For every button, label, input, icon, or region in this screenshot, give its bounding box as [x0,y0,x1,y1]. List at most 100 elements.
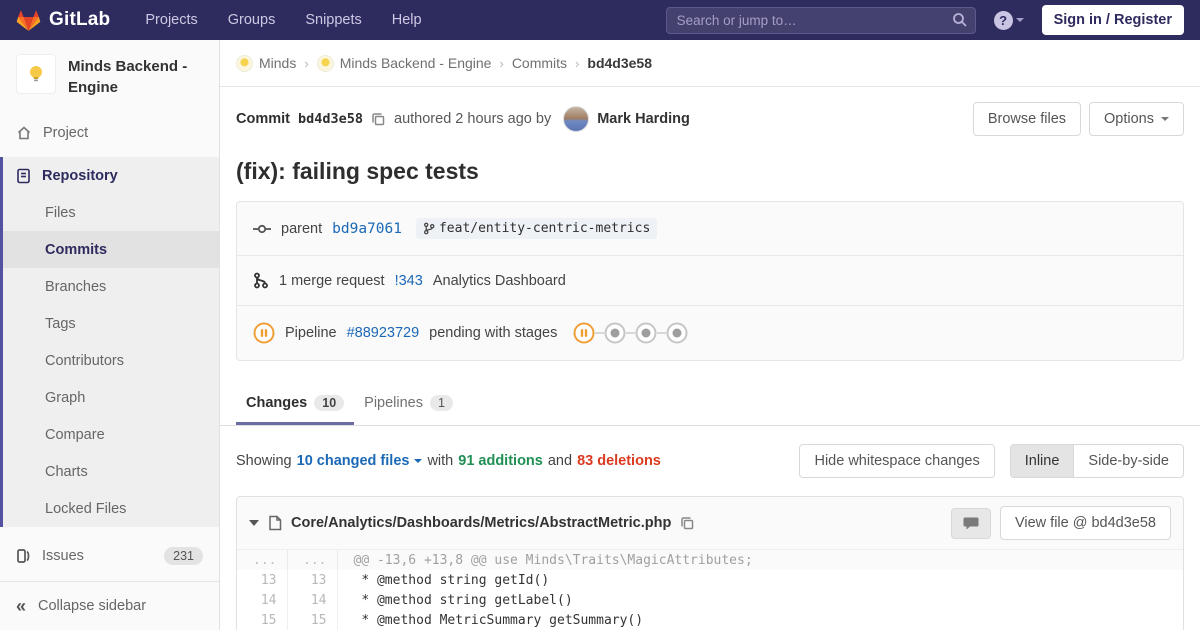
comment-icon [963,516,979,531]
diff-line-row: 15 15 * @method MetricSummary getSummary… [237,610,1183,630]
view-file-button[interactable]: View file @ bd4d3e58 [999,506,1171,540]
sidebar-item-compare[interactable]: Compare [3,416,219,453]
and-text: and [547,453,573,469]
breadcrumb: Minds › Minds Backend - Engine › Commits… [220,40,1200,87]
repository-section: Repository Files Commits Branches Tags C… [0,157,219,527]
caret-down-icon [414,459,423,463]
new-line-number[interactable]: 15 [287,610,338,630]
project-context[interactable]: Minds Backend - Engine [0,40,219,114]
sign-in-button[interactable]: Sign in / Register [1041,5,1184,35]
copy-icon[interactable] [371,112,386,127]
code-line: * @method string getLabel() [353,592,573,608]
stage-paused-icon[interactable] [573,322,595,344]
file-path[interactable]: Core/Analytics/Dashboards/Metrics/Abstra… [291,515,671,531]
pipeline-label: Pipeline [285,325,337,341]
branch-ref-label[interactable]: feat/entity-centric-metrics [415,218,658,239]
code-line: * @method MetricSummary getSummary() [353,612,644,628]
tab-pipelines[interactable]: Pipelines 1 [354,383,463,425]
browse-files-button[interactable]: Browse files [972,102,1082,136]
diff-hunk-row: ... ... @@ -13,6 +13,8 @@ use Minds\Trai… [237,550,1183,570]
new-line-number[interactable]: ... [287,550,338,570]
hunk-header-text: @@ -13,6 +13,8 @@ use Minds\Traits\Magic… [337,550,1183,570]
file-icon [268,515,282,531]
issues-count-badge: 231 [164,546,203,565]
parent-sha-link[interactable]: bd9a7061 [332,221,402,237]
sidebar-item-locked-files[interactable]: Locked Files [3,490,219,527]
sidebar-item-repository[interactable]: Repository [3,157,219,194]
stage-connector [626,332,636,334]
search-icon[interactable] [952,12,968,28]
nav-help[interactable]: Help [381,2,433,38]
commit-sha: bd4d3e58 [297,111,364,127]
changed-files-dropdown[interactable]: 10 changed files [297,453,423,469]
document-icon [16,168,31,184]
collapse-sidebar-button[interactable]: « Collapse sidebar [0,581,219,630]
stage-pending-icon[interactable] [666,322,688,344]
author-avatar[interactable] [563,106,590,132]
hide-whitespace-button[interactable]: Hide whitespace changes [799,444,995,478]
parent-label: parent [281,220,323,237]
breadcrumb-project[interactable]: Minds Backend - Engine [316,54,491,72]
mr-ref-link[interactable]: !343 [395,273,423,289]
sidebar-item-files[interactable]: Files [3,194,219,231]
authored-text: authored 2 hours ago by [394,111,552,127]
collapse-diff-icon[interactable] [249,520,259,526]
parent-row: parent bd9a7061 feat/entity-centric-metr… [237,202,1183,255]
top-navbar: GitLab Projects Groups Snippets Help ? S… [0,0,1200,40]
breadcrumb-commits[interactable]: Commits [512,55,567,71]
author-name[interactable]: Mark Harding [597,111,690,127]
commit-info-box: parent bd9a7061 feat/entity-centric-metr… [236,201,1184,361]
pipeline-id-link[interactable]: #88923729 [347,325,420,341]
nav-groups[interactable]: Groups [217,2,287,38]
search-input[interactable] [665,6,976,34]
project-avatar [16,54,56,94]
diff-file-header: Core/Analytics/Dashboards/Metrics/Abstra… [237,497,1183,550]
inline-view-button[interactable]: Inline [1009,444,1075,478]
pipeline-status-paused-icon[interactable] [253,322,275,344]
nav-projects[interactable]: Projects [134,2,208,38]
gitlab-logo[interactable]: GitLab [16,8,110,33]
issues-icon [16,548,31,564]
side-by-side-view-button[interactable]: Side-by-side [1073,444,1184,478]
tab-changes[interactable]: Changes 10 [236,383,355,425]
sidebar-item-branches[interactable]: Branches [3,268,219,305]
additions-count: 91 additions [458,453,543,469]
nav-snippets[interactable]: Snippets [294,2,372,38]
sidebar-item-contributors[interactable]: Contributors [3,342,219,379]
old-line-number[interactable]: 13 [237,570,288,590]
old-line-number[interactable]: ... [237,550,288,570]
sidebar-item-tags[interactable]: Tags [3,305,219,342]
with-text: with [427,453,454,469]
sidebar-item-label: Repository [42,167,118,184]
stage-pending-icon[interactable] [635,322,657,344]
chevron-down-icon [1015,18,1024,22]
stage-connector [595,332,605,334]
project-title: Minds Backend - Engine [68,58,188,96]
breadcrumb-minds[interactable]: Minds [236,54,296,72]
diff-controls: Showing 10 changed files with 91 additio… [220,426,1200,496]
toggle-comments-button[interactable] [950,507,991,539]
help-menu[interactable]: ? [993,10,1024,30]
sidebar-item-project[interactable]: Project [0,114,219,151]
old-line-number[interactable]: 15 [237,610,288,630]
sidebar-item-issues[interactable]: Issues 231 [0,537,219,574]
sidebar-item-graph[interactable]: Graph [3,379,219,416]
new-line-number[interactable]: 13 [287,570,338,590]
options-dropdown-button[interactable]: Options [1089,102,1184,136]
old-line-number[interactable]: 14 [237,590,288,610]
pipelines-count-badge: 1 [430,395,453,411]
commit-label: Commit [236,111,290,127]
copy-icon[interactable] [680,516,695,531]
pipeline-status-text: pending with stages [429,325,558,341]
commit-tabs: Changes 10 Pipelines 1 [220,383,1200,426]
sidebar: Minds Backend - Engine Project Repositor… [0,40,220,630]
new-line-number[interactable]: 14 [287,590,338,610]
mr-text: 1 merge request [279,272,385,289]
double-chevron-left-icon: « [16,596,27,616]
branch-icon [423,222,435,235]
sidebar-item-commits[interactable]: Commits [3,231,219,268]
sidebar-nav: Project Repository Files Commits Branche… [0,114,219,581]
stage-pending-icon[interactable] [604,322,626,344]
collapse-sidebar-label: Collapse sidebar [38,598,147,614]
sidebar-item-charts[interactable]: Charts [3,453,219,490]
